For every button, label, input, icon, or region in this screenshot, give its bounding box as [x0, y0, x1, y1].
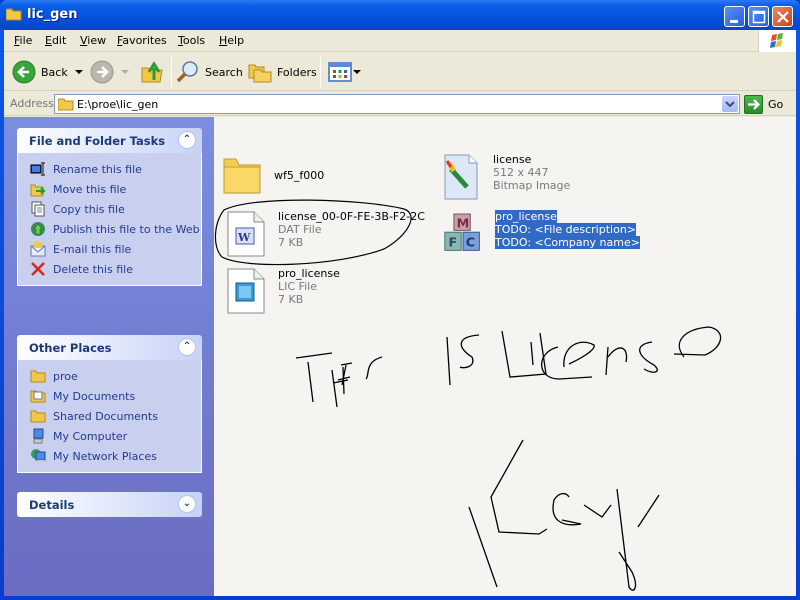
place-my-computer[interactable]: My Computer	[18, 426, 201, 446]
chevron-down-icon[interactable]	[352, 67, 362, 77]
menu-file[interactable]: File	[14, 34, 32, 47]
forward-button[interactable]	[90, 58, 132, 86]
toolbar-separator	[320, 57, 321, 87]
go-button[interactable]: Go	[744, 94, 792, 114]
file-list-view[interactable]: wf5_f000 license 512 x 447 Bitmap Image	[214, 117, 796, 596]
details-panel: Details ⌄	[17, 492, 202, 517]
chevron-down-icon[interactable]	[72, 67, 86, 77]
back-arrow-icon	[12, 60, 36, 84]
maximize-icon	[752, 10, 766, 24]
folder-icon	[30, 410, 46, 423]
folder-icon	[58, 98, 74, 111]
panel-header[interactable]: File and Folder Tasks ⌃	[17, 128, 202, 153]
task-pane: File and Folder Tasks ⌃ Rename this file…	[4, 117, 214, 596]
move-icon	[30, 184, 46, 197]
address-bar: Address E:\proe\lic_gen Go	[4, 92, 796, 116]
copy-icon	[31, 201, 45, 217]
toolbar-separator	[171, 57, 172, 87]
task-publish-web[interactable]: Publish this file to the Web	[18, 219, 201, 239]
task-delete[interactable]: Delete this file	[18, 259, 201, 279]
search-icon	[176, 61, 198, 83]
explorer-window: lic_gen File Edit View Favorites Tools H…	[0, 0, 800, 600]
windows-logo	[758, 30, 796, 52]
panel-title: File and Folder Tasks	[29, 134, 166, 148]
back-button[interactable]: Back	[12, 58, 86, 86]
task-email[interactable]: E-mail this file	[18, 239, 201, 259]
address-dropdown-button[interactable]	[722, 96, 738, 112]
minimize-button[interactable]	[724, 6, 745, 27]
my-documents-icon	[30, 390, 46, 403]
menu-bar: File Edit View Favorites Tools Help	[4, 30, 796, 52]
collapse-icon[interactable]: ⌃	[178, 338, 196, 356]
views-button[interactable]	[328, 58, 362, 86]
collapse-icon[interactable]: ⌃	[178, 131, 196, 149]
menu-help[interactable]: Help	[219, 34, 244, 47]
go-arrow-icon	[744, 94, 763, 114]
up-folder-button[interactable]	[140, 58, 164, 86]
address-label: Address	[10, 97, 54, 110]
chevron-down-icon[interactable]	[118, 67, 132, 77]
other-places-panel: Other Places ⌃ proe My Documents Shared …	[17, 335, 202, 473]
delete-icon	[31, 262, 45, 276]
close-button[interactable]	[772, 6, 793, 27]
title-bar[interactable]: lic_gen	[0, 0, 800, 30]
minimize-icon	[730, 20, 738, 23]
forward-arrow-icon	[90, 60, 114, 84]
address-value: E:\proe\lic_gen	[77, 98, 159, 111]
window-title: lic_gen	[27, 7, 78, 22]
place-my-documents[interactable]: My Documents	[18, 386, 201, 406]
network-places-icon	[31, 449, 46, 463]
window-frame: File Edit View Favorites Tools Help Back…	[4, 30, 796, 596]
email-icon	[30, 242, 46, 257]
folders-icon	[248, 64, 272, 83]
menu-edit[interactable]: Edit	[45, 34, 66, 47]
folder-icon	[30, 370, 46, 383]
task-move[interactable]: Move this file	[18, 179, 201, 199]
panel-header[interactable]: Other Places ⌃	[17, 335, 202, 360]
place-my-network[interactable]: My Network Places	[18, 446, 201, 466]
menu-view[interactable]: View	[80, 34, 106, 47]
task-copy[interactable]: Copy this file	[18, 199, 201, 219]
expand-icon[interactable]: ⌄	[178, 495, 196, 513]
task-rename[interactable]: Rename this file	[18, 159, 201, 179]
close-icon	[777, 11, 789, 23]
handwritten-annotation	[214, 199, 722, 591]
windows-flag-icon	[770, 33, 783, 48]
place-shared-documents[interactable]: Shared Documents	[18, 406, 201, 426]
chevron-down-icon	[725, 101, 735, 108]
file-folder-tasks-panel: File and Folder Tasks ⌃ Rename this file…	[17, 128, 202, 286]
menu-tools[interactable]: Tools	[178, 34, 205, 47]
handwritten-text-this-is-license-key	[295, 326, 722, 591]
panel-header[interactable]: Details ⌄	[17, 492, 202, 517]
up-folder-icon	[141, 61, 163, 83]
window-bottom-border	[0, 596, 800, 600]
folder-icon	[6, 8, 22, 21]
maximize-button[interactable]	[748, 6, 769, 27]
folders-button[interactable]: Folders	[248, 58, 317, 86]
publish-web-icon	[31, 222, 45, 236]
panel-title: Other Places	[29, 341, 112, 355]
panel-title: Details	[29, 498, 75, 512]
views-icon	[328, 62, 352, 82]
place-proe[interactable]: proe	[18, 366, 201, 386]
menu-favorites[interactable]: Favorites	[117, 34, 167, 47]
my-computer-icon	[33, 428, 44, 444]
circle-annotation	[214, 199, 412, 266]
search-button[interactable]: Search	[176, 58, 243, 86]
address-input[interactable]: E:\proe\lic_gen	[54, 94, 740, 114]
toolbar: Back Search Folders	[4, 53, 796, 91]
rename-icon	[30, 162, 45, 176]
